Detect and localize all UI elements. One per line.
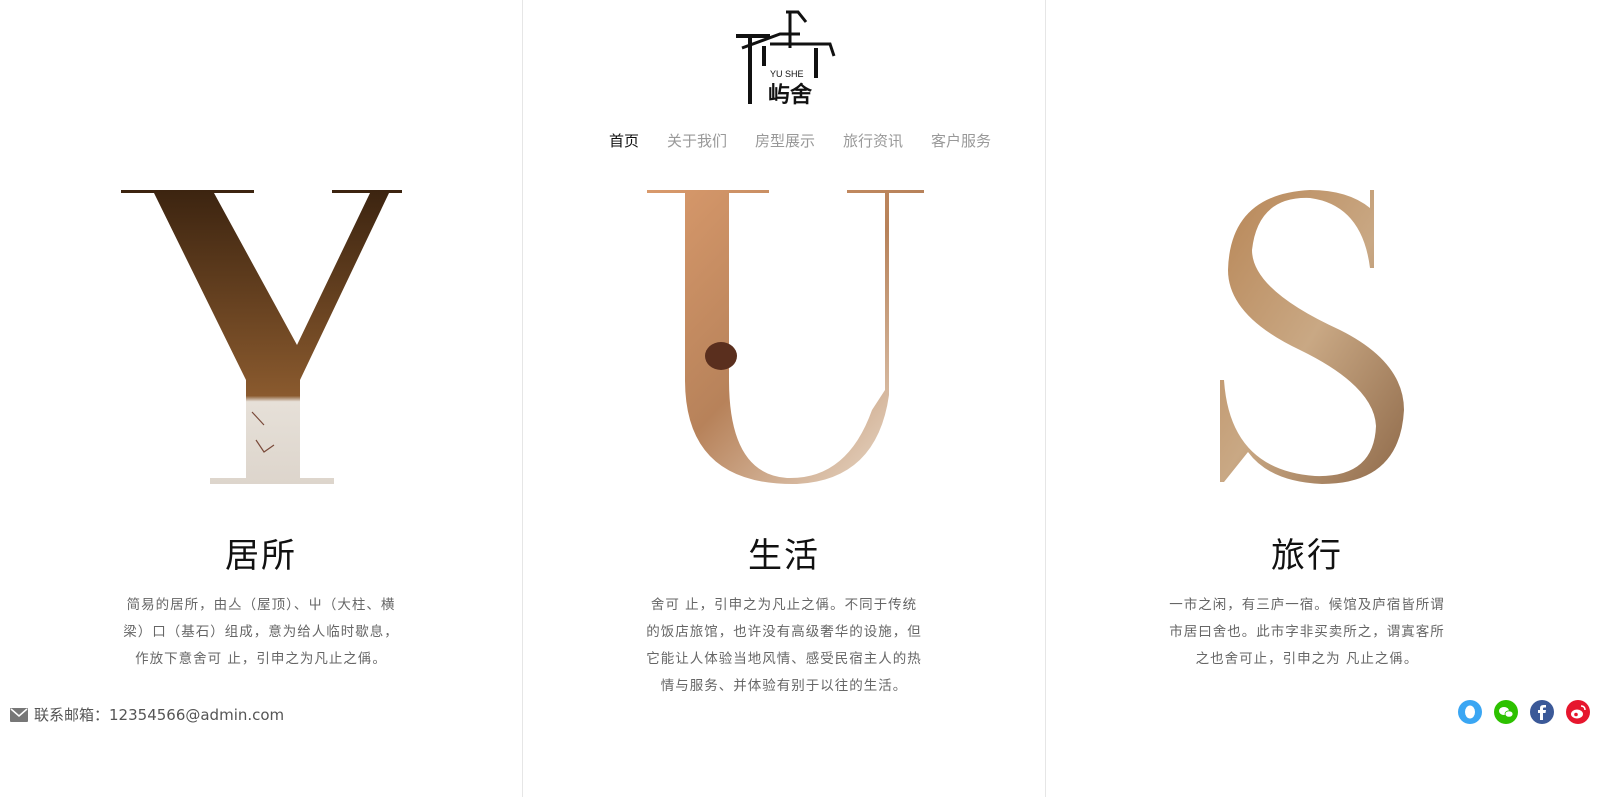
column-text: 简易的居所，由亼（屋顶）、屮（大柱、横梁）口（基石）组成，意为给人临时歇息，作放… — [123, 597, 399, 667]
weibo-icon[interactable] — [1566, 700, 1590, 724]
main-nav: 首页 关于我们 房型展示 旅行资讯 客户服务 — [0, 130, 1600, 151]
contact-email[interactable]: 联系邮箱： 12354566@admin.com — [10, 704, 284, 725]
svg-text:屿舍: 屿舍 — [768, 82, 813, 108]
nav-item-rooms[interactable]: 房型展示 — [755, 130, 815, 151]
column-title: 旅行 — [1271, 536, 1343, 576]
nav-item-home[interactable]: 首页 — [609, 130, 639, 151]
contact-email-value[interactable]: 12354566@admin.com — [109, 706, 284, 724]
letter-u-image — [647, 190, 924, 485]
facebook-icon[interactable] — [1530, 700, 1554, 724]
svg-text:YU SHE: YU SHE — [770, 69, 804, 79]
contact-label: 联系邮箱： — [34, 706, 110, 724]
social-links — [1458, 700, 1590, 724]
nav-item-about[interactable]: 关于我们 — [667, 130, 727, 151]
nav-item-service[interactable]: 客户服务 — [931, 130, 991, 151]
house-logo-icon: YU SHE 屿舍 — [736, 10, 836, 108]
logo[interactable]: YU SHE 屿舍 — [730, 8, 840, 112]
column-text: 一市之闲，有三庐一宿。候馆及庐宿皆所谓市居曰舍也。此市字非买卖所之，谓寘客所之也… — [1169, 597, 1445, 667]
letter-s-image — [1220, 190, 1404, 484]
column-text: 舍可 止，引申之为凡止之偁。不同于传统的饭店旅馆，也许没有高级奢华的设施，但它能… — [646, 597, 922, 694]
letter-y-image — [121, 190, 402, 484]
column-title: 居所 — [225, 536, 297, 576]
column-title: 生活 — [748, 536, 820, 576]
qq-icon[interactable] — [1458, 700, 1482, 724]
wechat-icon[interactable] — [1494, 700, 1518, 724]
mail-icon — [10, 707, 28, 722]
nav-item-travel[interactable]: 旅行资讯 — [843, 130, 903, 151]
